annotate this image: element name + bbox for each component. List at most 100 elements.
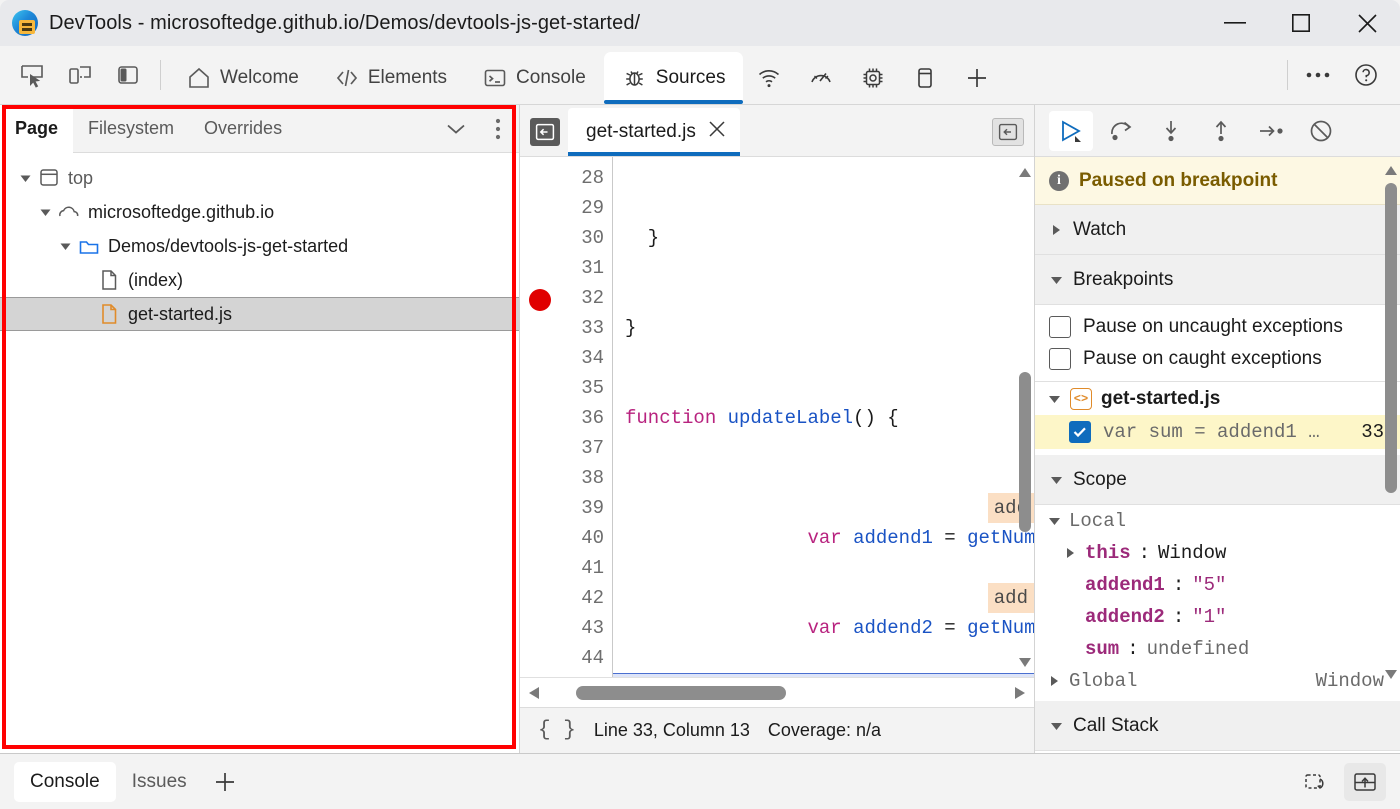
tree-item-origin[interactable]: microsoftedge.github.io bbox=[0, 195, 519, 229]
editor-tab-get-started-js[interactable]: get-started.js bbox=[568, 108, 740, 156]
step-over-button[interactable] bbox=[1099, 111, 1143, 151]
expand-triangle-icon[interactable] bbox=[14, 172, 36, 185]
scroll-down-arrow-icon[interactable] bbox=[1016, 653, 1034, 671]
section-label: Watch bbox=[1073, 218, 1127, 240]
cloud-icon bbox=[56, 203, 82, 221]
cursor-position: Line 33, Column 13 bbox=[593, 720, 750, 740]
toolbar-divider bbox=[160, 59, 161, 90]
dock-side-icon[interactable] bbox=[104, 51, 152, 99]
hscrollbar-thumb[interactable] bbox=[576, 685, 786, 700]
help-icon[interactable] bbox=[1342, 51, 1390, 99]
maximize-button[interactable] bbox=[1268, 0, 1334, 46]
expand-triangle-icon[interactable] bbox=[34, 206, 56, 219]
pause-caught-checkbox[interactable] bbox=[1049, 348, 1071, 370]
restore-drawer-icon[interactable] bbox=[1296, 763, 1338, 801]
breakpoint-gutter[interactable] bbox=[520, 157, 560, 677]
tab-sources[interactable]: Sources bbox=[603, 52, 744, 104]
expanded-triangle-icon[interactable] bbox=[1047, 515, 1061, 527]
code-area[interactable]: 28 29 30 31 32 33 34 35 36 37 38 39 40 41 42 43 … bbox=[520, 157, 1034, 677]
expand-triangle-icon[interactable] bbox=[54, 240, 76, 253]
drawer-tab-label: Issues bbox=[131, 770, 187, 792]
chevron-down-icon[interactable] bbox=[435, 105, 477, 153]
nav-tab-page[interactable]: Page bbox=[0, 104, 74, 153]
editor-horizontal-scrollbar[interactable] bbox=[520, 677, 1034, 707]
tab-label: Console bbox=[516, 67, 586, 88]
tree-item-index[interactable]: (index) bbox=[0, 263, 519, 297]
tree-item-label: Demos/devtools-js-get-started bbox=[108, 235, 349, 256]
hscroll-track[interactable] bbox=[548, 678, 1006, 708]
debugger-vertical-scrollbar[interactable] bbox=[1382, 157, 1400, 753]
tab-network[interactable] bbox=[743, 52, 795, 104]
add-panel-button[interactable] bbox=[951, 52, 1003, 104]
scrollbar-thumb[interactable] bbox=[1019, 372, 1031, 532]
minimize-button[interactable] bbox=[1202, 0, 1268, 46]
plus-icon[interactable] bbox=[203, 762, 247, 802]
dock-to-bottom-icon[interactable] bbox=[1344, 762, 1386, 801]
section-header-call-stack[interactable]: Call Stack bbox=[1035, 701, 1400, 751]
panels-row: Page Filesystem Overrides top microsofte… bbox=[0, 104, 1400, 753]
scroll-down-arrow-icon[interactable] bbox=[1382, 665, 1400, 683]
section-header-watch[interactable]: Watch bbox=[1035, 205, 1400, 255]
drawer-tab-console[interactable]: Console bbox=[14, 761, 116, 802]
nav-tab-label: Page bbox=[15, 118, 59, 138]
tree-item-get-started-js[interactable]: get-started.js bbox=[0, 297, 519, 331]
pretty-print-icon[interactable]: { } bbox=[538, 719, 576, 742]
line-numbers: 28 29 30 31 32 33 34 35 36 37 38 39 40 41 42 43 … bbox=[581, 167, 604, 669]
step-out-button[interactable] bbox=[1199, 111, 1243, 151]
collapsed-triangle-icon[interactable] bbox=[1047, 675, 1061, 687]
scroll-up-arrow-icon[interactable] bbox=[1382, 161, 1400, 179]
section-header-breakpoints[interactable]: Breakpoints bbox=[1035, 255, 1400, 305]
breakpoint-enabled-checkbox[interactable] bbox=[1069, 421, 1091, 443]
breakpoint-marker-line-33[interactable] bbox=[529, 289, 551, 311]
tab-console[interactable]: Console bbox=[465, 52, 604, 104]
device-emulation-icon[interactable] bbox=[56, 51, 104, 99]
scroll-right-arrow-icon[interactable] bbox=[1006, 686, 1034, 700]
expanded-triangle-icon[interactable] bbox=[1047, 393, 1061, 405]
deactivate-breakpoints-button[interactable] bbox=[1299, 111, 1343, 151]
editor-vertical-scrollbar[interactable] bbox=[1016, 157, 1034, 677]
scope-entry-addend2[interactable]: addend2: "1" bbox=[1035, 601, 1400, 633]
scrollbar-thumb[interactable] bbox=[1385, 183, 1397, 493]
more-options-icon[interactable] bbox=[1294, 51, 1342, 99]
close-button[interactable] bbox=[1334, 0, 1400, 46]
resume-script-button[interactable] bbox=[1049, 110, 1093, 151]
tab-application[interactable] bbox=[899, 52, 951, 104]
collapsed-triangle-icon[interactable] bbox=[1063, 547, 1077, 559]
close-icon[interactable] bbox=[708, 120, 726, 144]
scope-group-global[interactable]: Global Window bbox=[1035, 665, 1400, 697]
scope-entry-sum[interactable]: sum: undefined bbox=[1035, 633, 1400, 665]
scope-entry-value: undefined bbox=[1146, 638, 1250, 660]
scope-entry-addend1[interactable]: addend1: "5" bbox=[1035, 569, 1400, 601]
tree-item-label: top bbox=[68, 167, 94, 188]
tree-item-top[interactable]: top bbox=[0, 161, 519, 195]
scope-group-local[interactable]: Local bbox=[1035, 505, 1400, 537]
pause-uncaught-checkbox[interactable] bbox=[1049, 316, 1071, 338]
pause-uncaught-exceptions-row[interactable]: Pause on uncaught exceptions bbox=[1035, 311, 1400, 343]
more-vertical-icon[interactable] bbox=[477, 105, 519, 153]
scroll-left-arrow-icon[interactable] bbox=[520, 686, 548, 700]
show-navigator-icon[interactable] bbox=[530, 118, 560, 146]
breakpoint-item[interactable]: var sum = addend1 … 33 bbox=[1035, 415, 1400, 449]
toolbar-divider-right bbox=[1287, 59, 1288, 90]
nav-tab-filesystem[interactable]: Filesystem bbox=[73, 105, 189, 153]
step-button[interactable] bbox=[1249, 111, 1293, 151]
code-scroll-area[interactable]: } } function updateLabel() { var addend1… bbox=[612, 157, 1034, 677]
pause-caught-exceptions-row[interactable]: Pause on caught exceptions bbox=[1035, 343, 1400, 375]
step-into-button[interactable] bbox=[1149, 111, 1193, 151]
expanded-triangle-icon bbox=[1049, 274, 1063, 286]
tab-memory[interactable] bbox=[847, 52, 899, 104]
tab-welcome[interactable]: Welcome bbox=[169, 52, 317, 104]
scope-entry-value: "1" bbox=[1192, 606, 1227, 628]
tab-performance[interactable] bbox=[795, 52, 847, 104]
breakpoint-group-get-started-js[interactable]: <> get-started.js bbox=[1035, 381, 1400, 415]
section-header-scope[interactable]: Scope bbox=[1035, 455, 1400, 505]
inspect-element-icon[interactable] bbox=[8, 51, 56, 99]
edge-devtools-logo bbox=[12, 10, 38, 36]
tab-elements[interactable]: Elements bbox=[317, 52, 465, 104]
nav-tab-overrides[interactable]: Overrides bbox=[189, 105, 297, 153]
show-debugger-icon[interactable] bbox=[992, 118, 1024, 146]
scope-entry-this[interactable]: this: Window bbox=[1035, 537, 1400, 569]
drawer-tab-issues[interactable]: Issues bbox=[116, 762, 203, 802]
tree-item-folder[interactable]: Demos/devtools-js-get-started bbox=[0, 229, 519, 263]
scroll-up-arrow-icon[interactable] bbox=[1016, 163, 1034, 181]
